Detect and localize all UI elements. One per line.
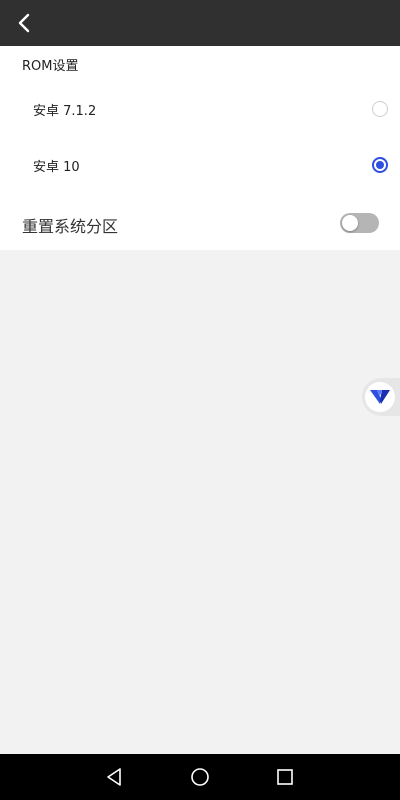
radio-button-unchecked[interactable] <box>372 101 388 117</box>
radio-dot <box>376 161 384 169</box>
back-button[interactable] <box>10 8 40 38</box>
rom-option-label: 安卓 7.1.2 <box>33 104 97 119</box>
floating-button-inner <box>365 382 395 412</box>
system-nav-bar <box>0 754 400 800</box>
screen: ROM设置 安卓 7.1.2 安卓 10 重置系统分区 <box>0 0 400 800</box>
square-recent-icon <box>277 769 293 785</box>
radio-button-checked[interactable] <box>372 157 388 173</box>
section-title: ROM设置 <box>22 59 79 74</box>
v-logo-icon <box>370 390 390 404</box>
reset-partition-label: 重置系统分区 <box>22 217 119 236</box>
chevron-left-icon <box>18 13 30 33</box>
rom-option-android-7[interactable]: 安卓 7.1.2 <box>0 89 400 129</box>
rom-option-android-10[interactable]: 安卓 10 <box>0 145 400 185</box>
nav-recent-button[interactable] <box>273 765 297 789</box>
floating-assistant-button[interactable] <box>362 378 400 416</box>
reset-partition-toggle[interactable] <box>340 213 379 233</box>
circle-home-icon <box>191 768 209 786</box>
rom-option-label: 安卓 10 <box>33 160 80 175</box>
nav-home-button[interactable] <box>188 765 212 789</box>
toggle-thumb <box>342 215 358 231</box>
triangle-back-icon <box>107 768 121 786</box>
rom-settings-card: ROM设置 安卓 7.1.2 安卓 10 重置系统分区 <box>0 46 400 250</box>
reset-partition-row: 重置系统分区 <box>0 203 400 243</box>
app-bar <box>0 0 400 46</box>
nav-back-button[interactable] <box>103 765 127 789</box>
